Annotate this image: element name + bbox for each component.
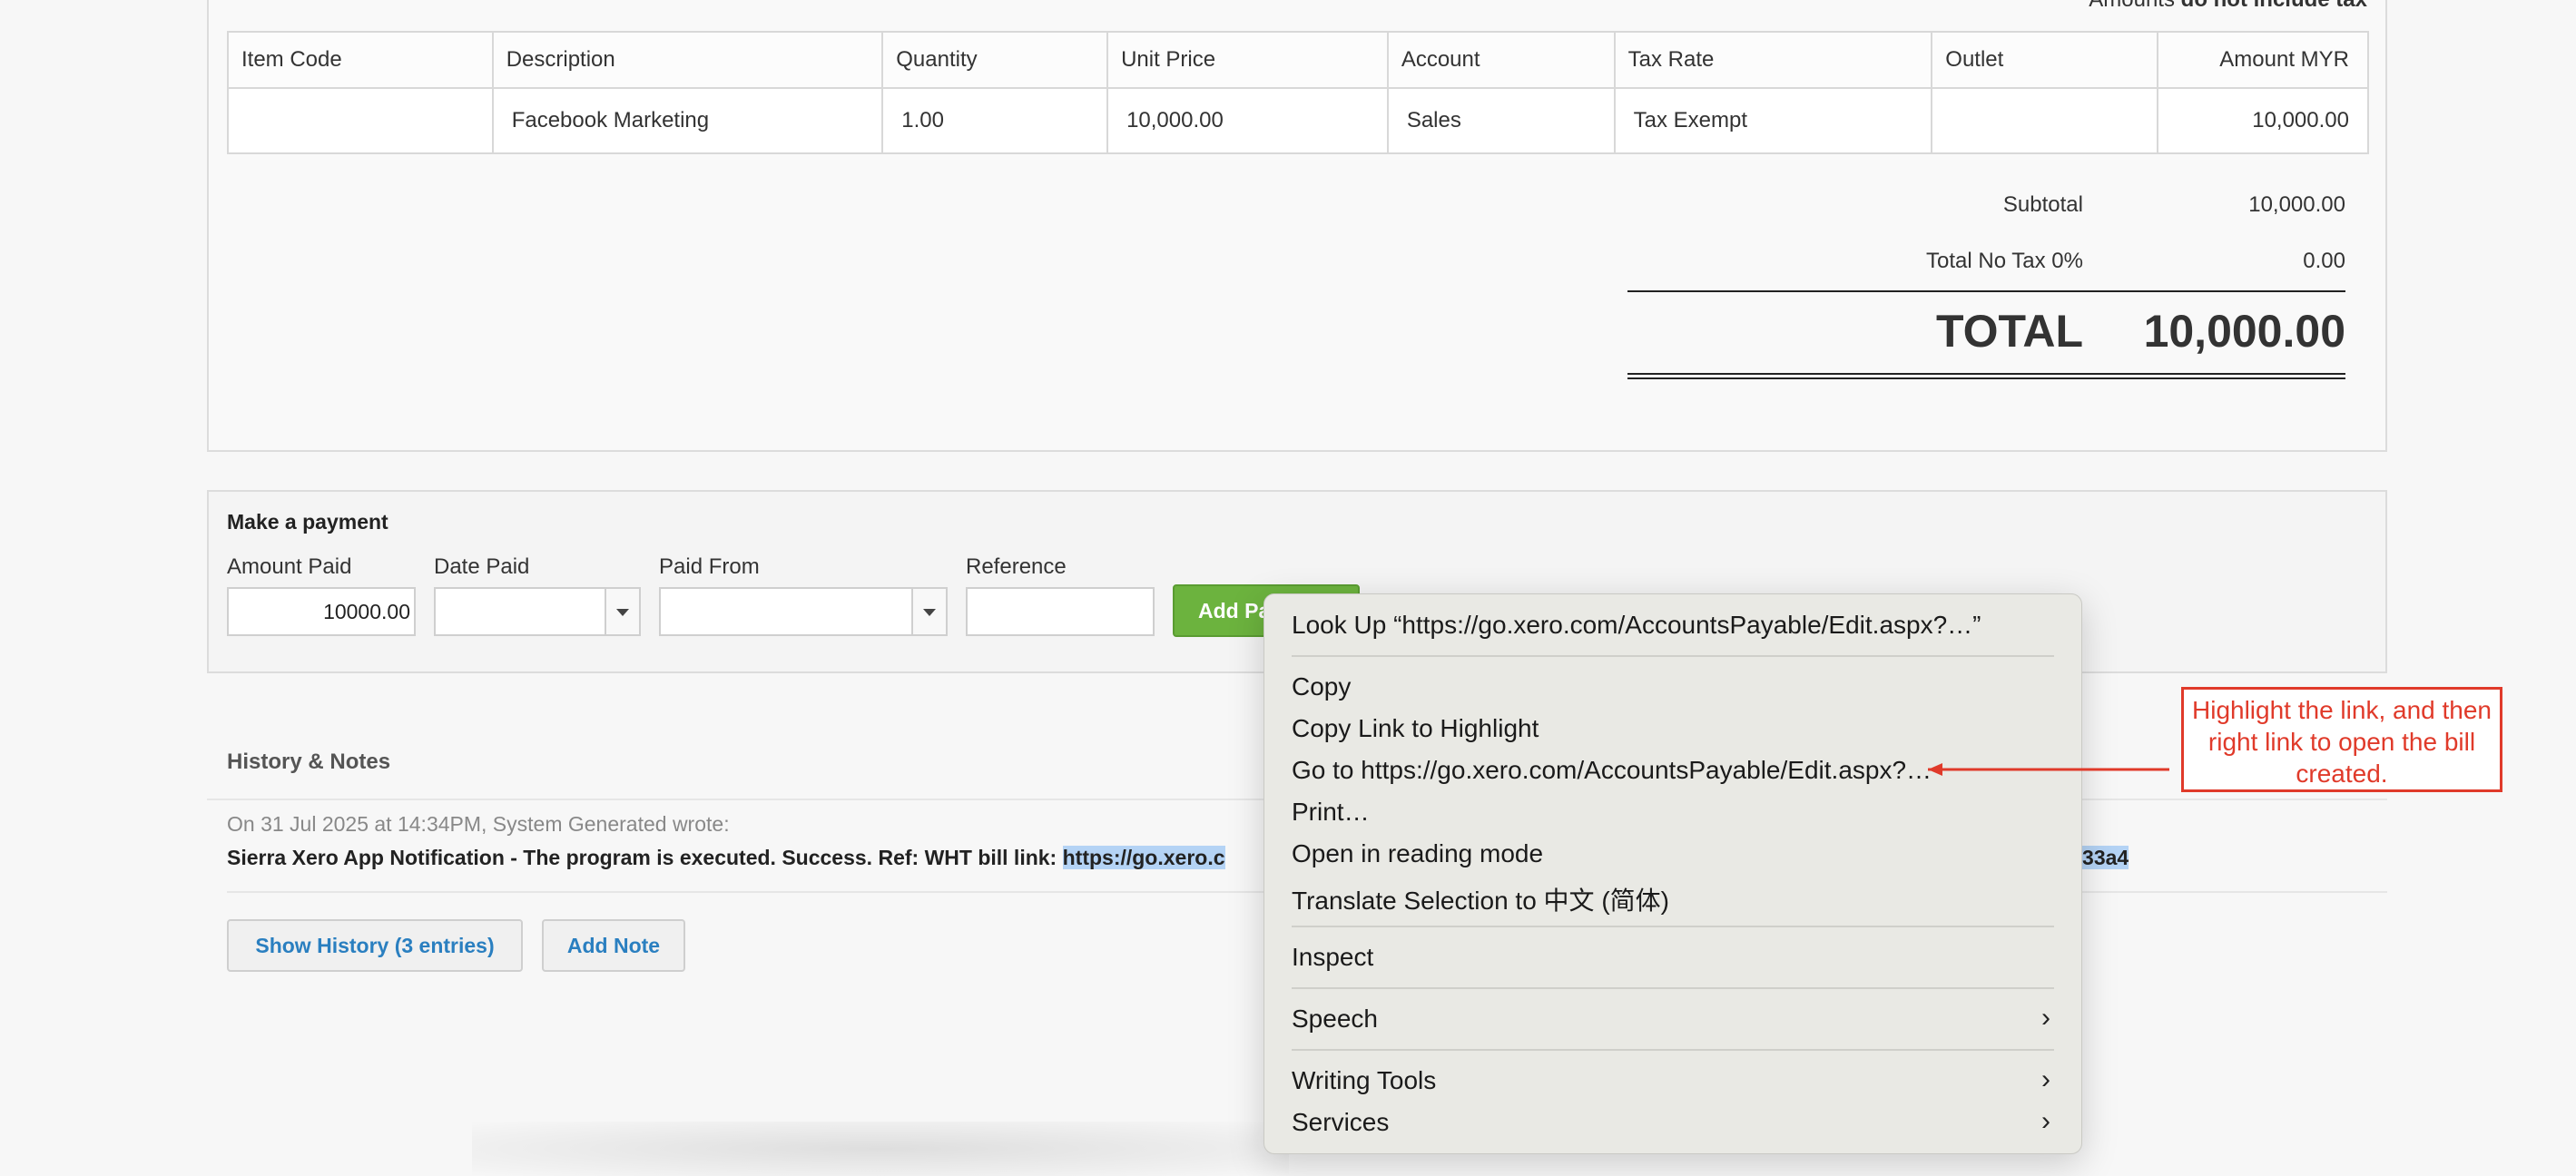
line-items-table: Item Code Description Quantity Unit Pric…	[227, 31, 2369, 154]
table-header-row: Item Code Description Quantity Unit Pric…	[227, 31, 2369, 89]
subtotal-value: 10,000.00	[2248, 192, 2345, 217]
column-header: Tax Rate	[1613, 31, 1933, 89]
cell-outlet[interactable]	[1931, 87, 2159, 154]
chevron-right-icon: ›	[2041, 1003, 2050, 1033]
menu-item-print[interactable]: Print…	[1292, 798, 1370, 827]
menu-separator	[1292, 655, 2054, 657]
add-note-button[interactable]: Add Note	[542, 919, 685, 972]
column-header: Amount MYR	[2157, 31, 2369, 89]
column-header: Description	[491, 31, 884, 89]
arrow-head	[1928, 763, 1942, 776]
column-header: Quantity	[881, 31, 1109, 89]
cell-quantity[interactable]: 1.00	[881, 87, 1109, 154]
menu-separator	[1292, 926, 2054, 927]
menu-item-copy[interactable]: Copy	[1292, 672, 1351, 701]
menu-item-services[interactable]: Services	[1292, 1108, 1389, 1137]
amounts-tax-note: Amounts do not include tax	[2089, 0, 2367, 13]
date-paid-picker[interactable]	[434, 587, 641, 636]
total-value: 10,000.00	[2143, 306, 2345, 357]
history-entry-meta: On 31 Jul 2025 at 14:34PM, System Genera…	[227, 812, 730, 836]
paid-from-label: Paid From	[659, 554, 760, 579]
show-history-button[interactable]: Show History (3 entries)	[227, 919, 523, 972]
cell-unit-price[interactable]: 10,000.00	[1106, 87, 1389, 154]
context-menu: Look Up “https://go.xero.com/AccountsPay…	[1263, 593, 2082, 1154]
chevron-down-icon[interactable]	[605, 589, 639, 634]
date-paid-label: Date Paid	[434, 554, 530, 579]
menu-item-go-to-link[interactable]: Go to https://go.xero.com/AccountsPayabl…	[1292, 756, 1932, 785]
tax-total-value: 0.00	[2303, 249, 2345, 273]
wht-bill-link[interactable]: https://go.xero.c	[1062, 846, 1225, 869]
menu-separator	[1292, 1049, 2054, 1051]
menu-item-copy-link-to-highlight[interactable]: Copy Link to Highlight	[1292, 714, 1539, 743]
menu-separator	[1292, 987, 2054, 989]
amount-paid-label: Amount Paid	[227, 554, 352, 579]
cell-account[interactable]: Sales	[1386, 87, 1616, 154]
amount-paid-input[interactable]	[227, 587, 416, 636]
column-header: Unit Price	[1106, 31, 1389, 89]
annotation-arrow	[1928, 763, 2169, 776]
cell-amount: 10,000.00	[2157, 87, 2369, 154]
menu-item-speech[interactable]: Speech	[1292, 1004, 1378, 1034]
cell-item-code[interactable]	[227, 87, 494, 154]
menu-item-translate[interactable]: Translate Selection to 中文 (简体)	[1292, 881, 1669, 917]
cell-description[interactable]: Facebook Marketing	[491, 87, 884, 154]
history-title: History & Notes	[227, 750, 391, 774]
menu-item-look-up[interactable]: Look Up “https://go.xero.com/AccountsPay…	[1292, 611, 1981, 640]
subtotal-label: Subtotal	[2002, 192, 2083, 217]
annotation-callout: Highlight the link, and then right link …	[2181, 687, 2502, 792]
chevron-right-icon: ›	[2041, 1064, 2050, 1094]
total-divider	[1627, 290, 2345, 292]
history-body-text: Sierra Xero App Notification - The progr…	[227, 846, 1057, 869]
tax-total-label: Total No Tax 0%	[1926, 249, 2083, 273]
total-double-rule-top	[1627, 373, 2345, 375]
column-header: Account	[1386, 31, 1616, 89]
window-shadow	[472, 1122, 1289, 1176]
chevron-right-icon: ›	[2041, 1106, 2050, 1136]
menu-item-writing-tools[interactable]: Writing Tools	[1292, 1066, 1436, 1095]
chevron-down-icon[interactable]	[911, 589, 946, 634]
menu-item-reading-mode[interactable]: Open in reading mode	[1292, 839, 1543, 868]
reference-label: Reference	[966, 554, 1067, 579]
cell-tax-rate[interactable]: Tax Exempt	[1613, 87, 1933, 154]
table-row[interactable]: Facebook Marketing 1.00 10,000.00 Sales …	[227, 87, 2369, 154]
total-double-rule-bottom	[1627, 377, 2345, 379]
column-header: Item Code	[227, 31, 494, 89]
menu-item-inspect[interactable]: Inspect	[1292, 943, 1373, 972]
payment-title: Make a payment	[227, 510, 388, 534]
column-header: Outlet	[1931, 31, 2159, 89]
reference-input[interactable]	[966, 587, 1155, 636]
paid-from-select[interactable]	[659, 587, 948, 636]
history-entry-body: Sierra Xero App Notification - The progr…	[227, 846, 1225, 870]
total-label: TOTAL	[1935, 306, 2083, 357]
